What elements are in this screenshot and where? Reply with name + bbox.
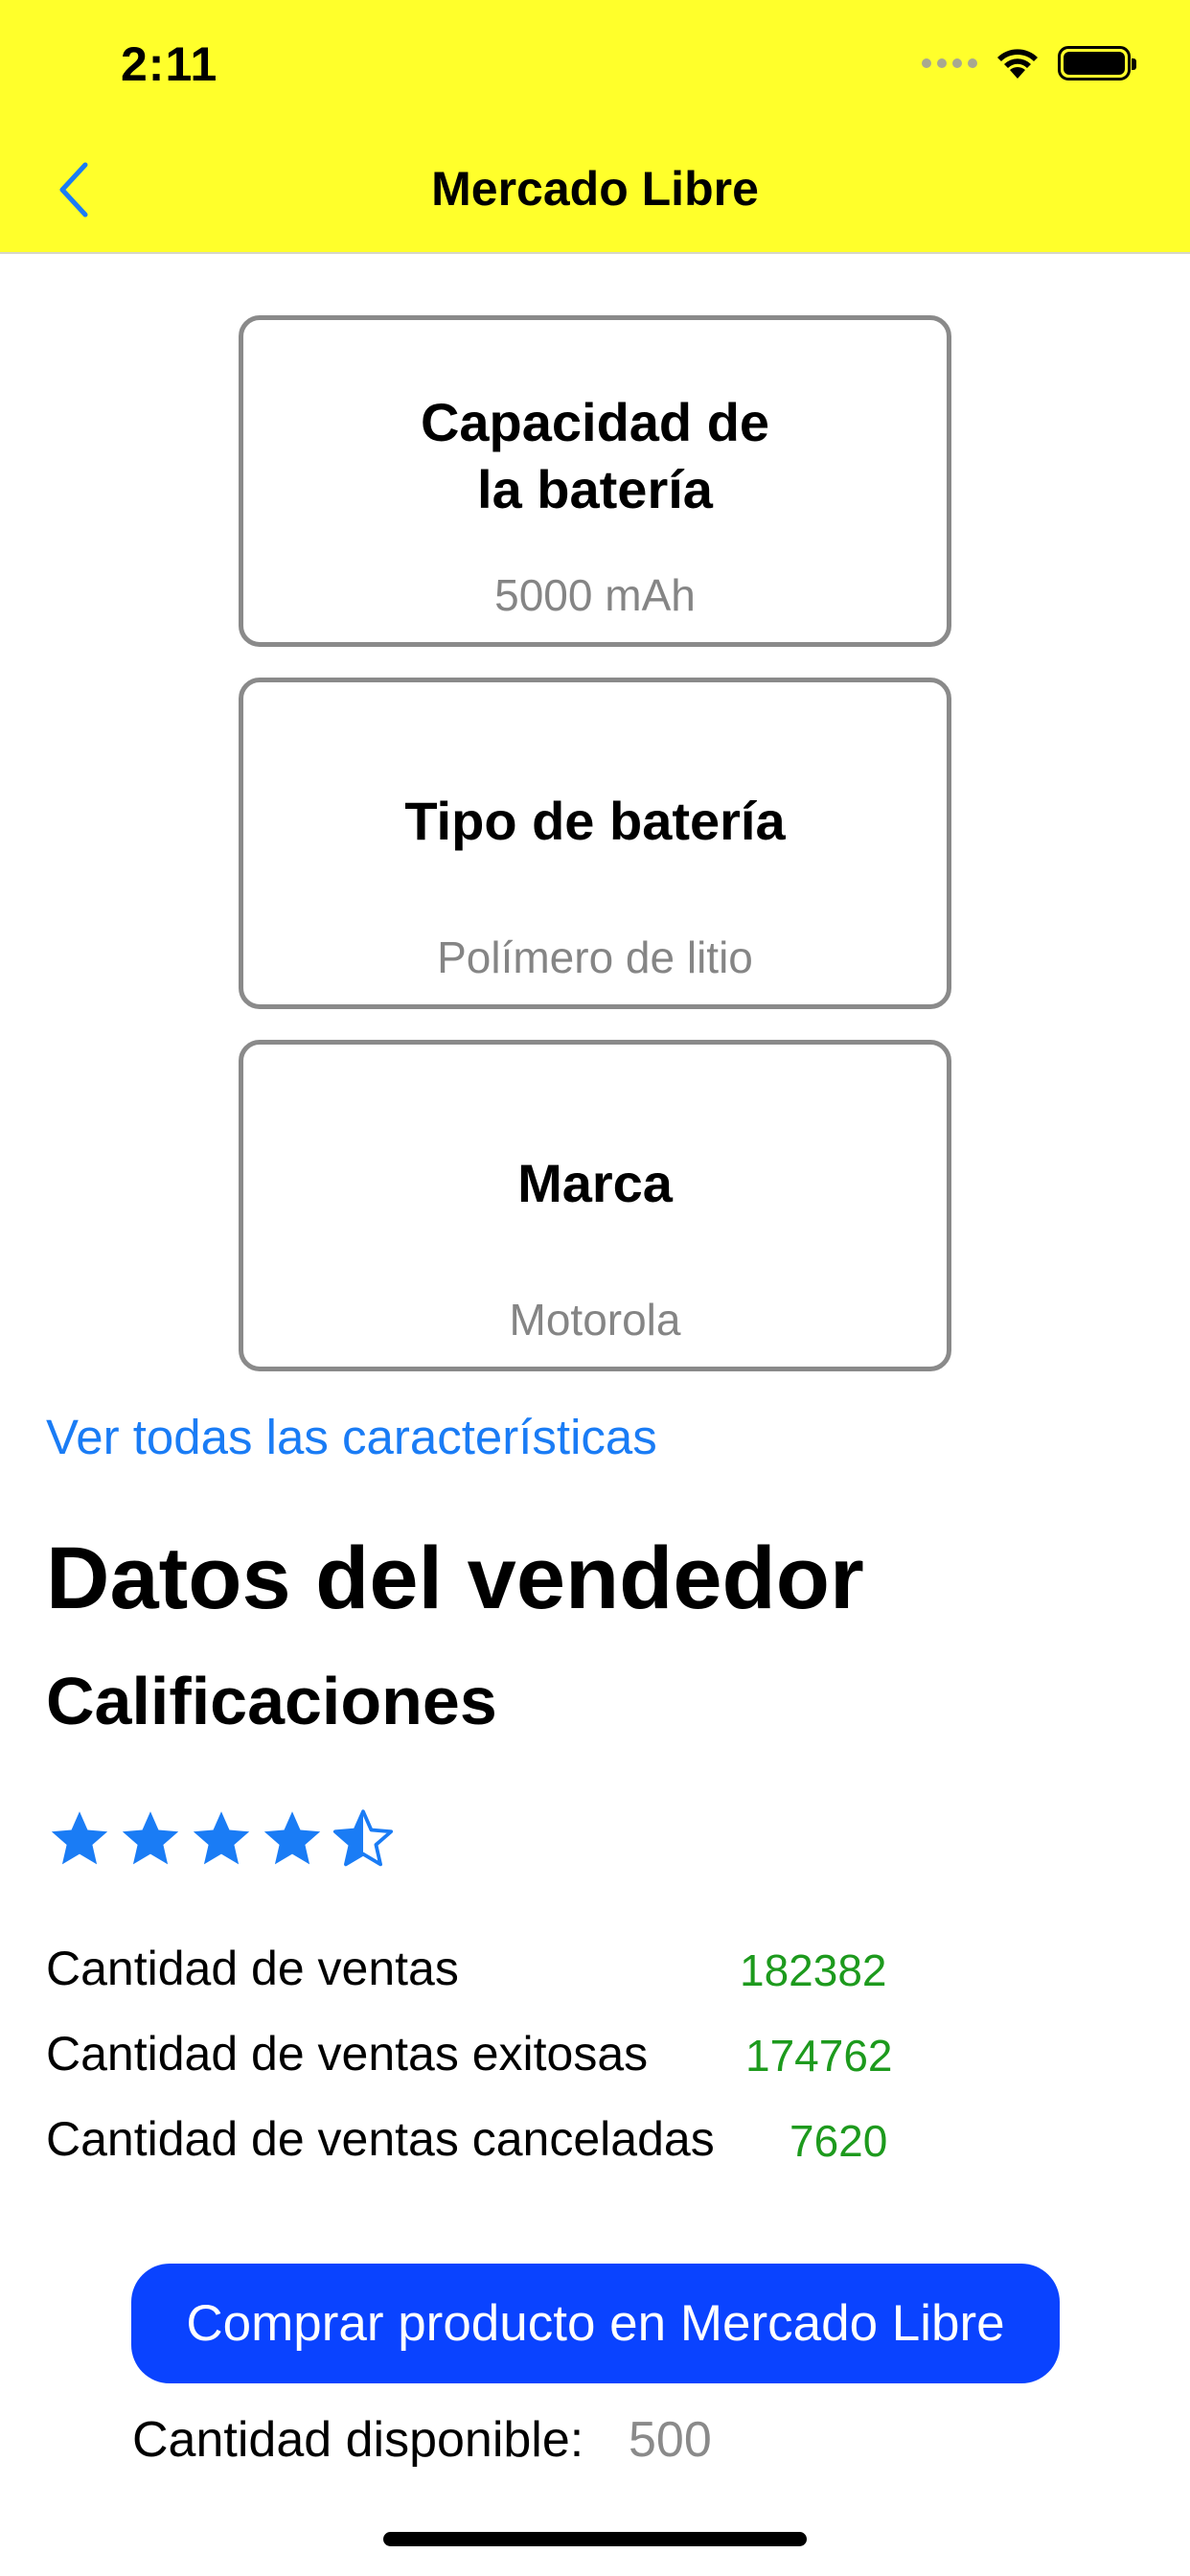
stat-label-canceled-sales: Cantidad de ventas canceladas: [46, 2112, 715, 2166]
seller-heading: Datos del vendedor: [46, 1530, 864, 1627]
star-icon: [122, 1811, 179, 1865]
buy-on-mercado-libre-button[interactable]: Comprar producto en Mercado Libre: [131, 2264, 1060, 2383]
stat-label-successful-sales: Cantidad de ventas exitosas: [46, 2027, 649, 2081]
signal-icon: [922, 58, 977, 68]
feature-title: Tipo de batería: [404, 791, 786, 851]
stat-value-successful-sales: 174762: [745, 2031, 893, 2081]
see-all-features-link[interactable]: Ver todas las características: [46, 1409, 657, 1465]
status-time: 2:11: [121, 37, 218, 91]
stat-value-canceled-sales: 7620: [790, 2116, 888, 2166]
ratings-heading: Calificaciones: [46, 1664, 497, 1738]
feature-value: Polímero de litio: [437, 932, 753, 982]
feature-card-battery-capacity: Capacidad de la batería 5000 mAh: [239, 315, 951, 647]
rating-stars: [46, 1806, 397, 1874]
feature-title: Marca: [517, 1153, 673, 1213]
star-icon: [193, 1811, 250, 1865]
star-icon: [51, 1811, 108, 1865]
availability-value: 500: [629, 2412, 712, 2468]
half-star-icon: [332, 1809, 394, 1867]
navigation-header: 2:11 Mercado Libre: [0, 0, 1190, 254]
star-icon: [263, 1811, 321, 1865]
stat-value-sales: 182382: [740, 1945, 887, 1995]
status-icons: [922, 44, 1136, 82]
availability-label: Cantidad disponible:: [132, 2412, 584, 2468]
stat-label-sales: Cantidad de ventas: [46, 1942, 459, 1995]
feature-value: 5000 mAh: [494, 570, 696, 620]
feature-card-battery-type: Tipo de batería Polímero de litio: [239, 678, 951, 1009]
home-indicator[interactable]: [383, 2532, 807, 2546]
feature-card-brand: Marca Motorola: [239, 1040, 951, 1371]
feature-title: Capacidad de la batería: [420, 392, 770, 519]
battery-icon: [1058, 46, 1136, 80]
wifi-icon: [997, 49, 1038, 79]
feature-value: Motorola: [509, 1295, 681, 1345]
nav-title: Mercado Libre: [431, 162, 759, 216]
